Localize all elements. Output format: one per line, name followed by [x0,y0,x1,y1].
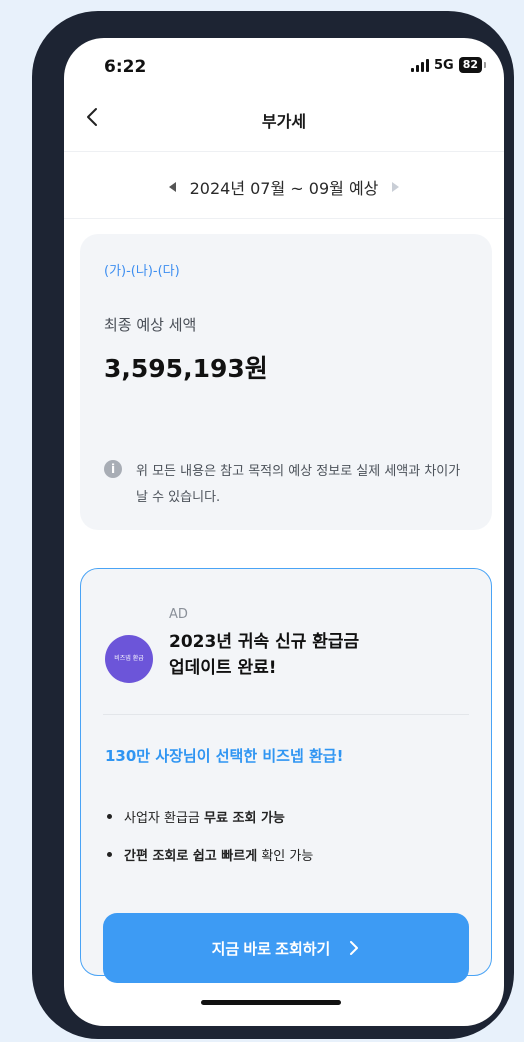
bullet-text-bold: 간편 조회로 쉽고 빠르게 [124,848,258,864]
battery-icon: 82 [458,57,487,73]
check-now-button[interactable]: 지금 바로 조회하기 [103,913,469,983]
bullet-text: 확인 가능 [261,848,314,864]
app-screen: 6:22 5G 82 부가세 2024년 07월 ~ 09월 예상 (가)-(나… [64,38,504,1026]
ad-title-line2: 업데이트 완료! [169,658,277,678]
period-selector: 2024년 07월 ~ 09월 예상 [64,175,504,199]
bullet-dot-icon [107,813,112,819]
list-item: 사업자 환급금 무료 조회 가능 [107,797,313,835]
final-tax-amount: 3,595,193원 [104,354,268,383]
list-item: 간편 조회로 쉽고 빠르게 확인 가능 [107,835,313,873]
notice-text: 위 모든 내용은 참고 목적의 예상 정보로 실제 세액과 차이가 날 수 있습… [136,464,461,505]
benefit-list: 사업자 환급금 무료 조회 가능 간편 조회로 쉽고 빠르게 확인 가능 [107,797,313,873]
ad-divider [103,714,469,715]
ad-card[interactable]: 비즈넵 환급 AD 2023년 귀속 신규 환급금 업데이트 완료! 130만 … [80,568,492,983]
notice-row: i 위 모든 내용은 참고 목적의 예상 정보로 실제 세액과 차이가 날 수 … [104,459,474,511]
ad-title-line1: 2023년 귀속 신규 환급금 [169,632,360,652]
ad-tag: AD [169,607,188,622]
tax-summary-card: (가)-(나)-(다) 최종 예상 세액 3,595,193원 i 위 모든 내… [80,234,492,530]
ad-title: 2023년 귀속 신규 환급금 업데이트 완료! [169,629,469,681]
period-label: 2024년 07월 ~ 09월 예상 [189,179,379,198]
page-title: 부가세 [261,112,307,131]
header-divider [64,151,504,152]
chevron-right-icon [350,941,359,955]
bizknep-logo: 비즈넵 환급 [105,635,153,683]
signal-icon [410,58,429,72]
triangle-left-icon[interactable] [168,182,176,192]
ad-subtitle: 130만 사장님이 선택한 비즈넵 환급! [105,747,344,765]
triangle-right-icon[interactable] [392,182,400,192]
network-type: 5G [433,57,454,73]
bullet-text-bold: 무료 조회 가능 [204,810,285,826]
formula-label: (가)-(나)-(다) [104,264,180,279]
status-indicators: 5G 82 [410,57,487,73]
bullet-dot-icon [107,851,112,857]
info-icon: i [104,460,122,478]
cta-label: 지금 바로 조회하기 [211,940,331,958]
period-divider [64,218,504,219]
final-tax-label: 최종 예상 세액 [104,316,197,334]
bullet-text: 사업자 환급금 [124,810,200,826]
status-time: 6:22 [104,57,147,77]
home-indicator [201,1000,341,1005]
